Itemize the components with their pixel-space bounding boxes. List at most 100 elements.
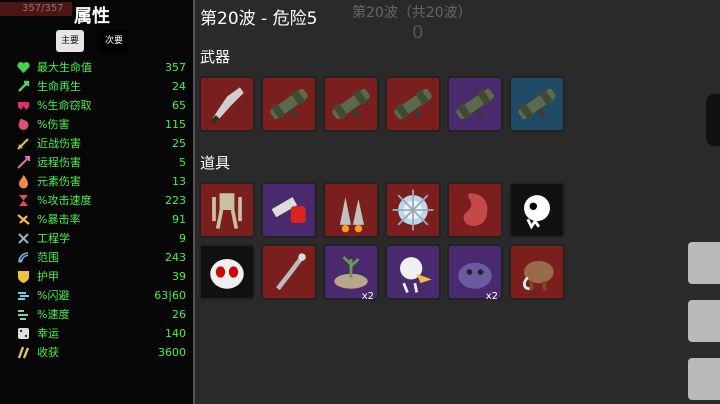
rocket-launcher-icon bbox=[263, 78, 315, 130]
side-button-2[interactable] bbox=[688, 300, 720, 342]
stat-value: 26 bbox=[172, 308, 186, 321]
stat-label: 范围 bbox=[37, 251, 59, 264]
speed-icon bbox=[16, 307, 31, 322]
robot-arm-icon bbox=[263, 246, 315, 298]
blood-syringe-icon bbox=[263, 184, 315, 236]
spiked-orb-slot[interactable] bbox=[385, 182, 441, 238]
sword-icon bbox=[16, 136, 31, 151]
mammoth-slot[interactable] bbox=[509, 244, 565, 300]
stat-value: 13 bbox=[172, 175, 186, 188]
rocket-launcher-slot[interactable] bbox=[509, 76, 565, 132]
stat-row[interactable]: 工程学 9 bbox=[16, 229, 192, 248]
stat-label: %攻击速度 bbox=[37, 194, 92, 207]
heart-icon bbox=[16, 60, 31, 75]
stat-row[interactable]: 最大生命值 357 bbox=[16, 58, 192, 77]
stat-label: %暴击率 bbox=[37, 213, 81, 226]
wave-title: 第20波 - 危险5 bbox=[200, 9, 318, 29]
stat-row[interactable]: 远程伤害 5 bbox=[16, 153, 192, 172]
robot-exoskeleton-icon bbox=[201, 184, 253, 236]
rockets-slot[interactable] bbox=[323, 182, 379, 238]
stat-label: 最大生命值 bbox=[37, 61, 92, 74]
tab-primary[interactable]: 主要 bbox=[56, 30, 84, 52]
crit-icon bbox=[16, 212, 31, 227]
stat-label: %伤害 bbox=[37, 118, 70, 131]
hp-bar-ghost: 357/357 bbox=[0, 2, 72, 16]
regen-icon bbox=[16, 79, 31, 94]
stat-value: 223 bbox=[165, 194, 186, 207]
mortar-plant-slot[interactable]: x2 bbox=[323, 244, 379, 302]
mammoth-icon bbox=[511, 246, 563, 298]
stat-label: 收获 bbox=[37, 346, 59, 359]
side-ghost-icon bbox=[706, 94, 720, 146]
stat-value: 91 bbox=[172, 213, 186, 226]
stats-title: 属性 bbox=[74, 6, 110, 27]
rocket-launcher-slot[interactable] bbox=[323, 76, 379, 132]
rocket-launcher-icon bbox=[325, 78, 377, 130]
robot-arm-slot[interactable] bbox=[261, 244, 317, 300]
stomach-slot[interactable] bbox=[447, 182, 503, 238]
stat-row[interactable]: %速度 26 bbox=[16, 305, 192, 324]
blood-syringe-slot[interactable] bbox=[261, 182, 317, 238]
tab-secondary[interactable]: 次要 bbox=[100, 30, 128, 52]
stat-row[interactable]: 生命再生 24 bbox=[16, 77, 192, 96]
side-button-3[interactable] bbox=[688, 358, 720, 400]
spiked-orb-icon bbox=[387, 184, 439, 236]
ghost-icon bbox=[511, 184, 563, 236]
stat-row[interactable]: %闪避 63|60 bbox=[16, 286, 192, 305]
stat-value: 3600 bbox=[158, 346, 186, 359]
weapons-title: 武器 bbox=[200, 48, 231, 66]
stat-label: %生命窃取 bbox=[37, 99, 92, 112]
stat-value: 25 bbox=[172, 137, 186, 150]
stat-label: 工程学 bbox=[37, 232, 70, 245]
stat-label: 元素伤害 bbox=[37, 175, 81, 188]
robot-exoskeleton-slot[interactable] bbox=[199, 182, 255, 238]
stat-row[interactable]: 近战伤害 25 bbox=[16, 134, 192, 153]
stat-value: 24 bbox=[172, 80, 186, 93]
stat-label: 近战伤害 bbox=[37, 137, 81, 150]
ghost-slot[interactable] bbox=[509, 182, 565, 238]
cracked-creature-slot[interactable] bbox=[385, 244, 441, 300]
stack-count-badge: x2 bbox=[485, 291, 498, 302]
stat-row[interactable]: %生命窃取 65 bbox=[16, 96, 192, 115]
cracked-creature-icon bbox=[387, 246, 439, 298]
skull-mask-slot[interactable] bbox=[199, 244, 255, 300]
stat-value: 65 bbox=[172, 99, 186, 112]
flame-icon bbox=[16, 174, 31, 189]
cleaver-slot[interactable] bbox=[199, 76, 255, 132]
dodge-icon bbox=[16, 288, 31, 303]
wrench-icon bbox=[16, 231, 31, 246]
rocket-launcher-icon bbox=[387, 78, 439, 130]
stat-label: 远程伤害 bbox=[37, 156, 81, 169]
stat-row[interactable]: 护甲 39 bbox=[16, 267, 192, 286]
stat-value: 243 bbox=[165, 251, 186, 264]
vampire-icon bbox=[16, 98, 31, 113]
hourglass-icon bbox=[16, 193, 31, 208]
stat-row[interactable]: 收获 3600 bbox=[16, 343, 192, 362]
side-button-1[interactable] bbox=[688, 242, 720, 284]
stat-row[interactable]: %暴击率 91 bbox=[16, 210, 192, 229]
cleaver-icon bbox=[201, 78, 253, 130]
rocket-launcher-slot[interactable] bbox=[385, 76, 441, 132]
stomach-icon bbox=[449, 184, 501, 236]
rocket-launcher-slot[interactable] bbox=[447, 76, 503, 132]
stat-row[interactable]: %攻击速度 223 bbox=[16, 191, 192, 210]
stat-value: 39 bbox=[172, 270, 186, 283]
stats-list: 最大生命值 357 生命再生 24 %生命窃取 65 %伤害 115 近战伤害 25 远程伤害 5 元素… bbox=[16, 58, 192, 362]
skull-mask-icon bbox=[201, 246, 253, 298]
wave-counter-ghost: 第20波（共20波） bbox=[352, 5, 472, 21]
stat-row[interactable]: 幸运 140 bbox=[16, 324, 192, 343]
stat-value: 115 bbox=[165, 118, 186, 131]
stat-row[interactable]: %伤害 115 bbox=[16, 115, 192, 134]
wave-ghost-count: 0 bbox=[412, 22, 424, 43]
stack-count-badge: x2 bbox=[361, 291, 374, 302]
stat-row[interactable]: 范围 243 bbox=[16, 248, 192, 267]
purple-blob-slot[interactable]: x2 bbox=[447, 244, 503, 302]
rockets-icon bbox=[325, 184, 377, 236]
rocket-launcher-slot[interactable] bbox=[261, 76, 317, 132]
stat-row[interactable]: 元素伤害 13 bbox=[16, 172, 192, 191]
harvest-icon bbox=[16, 345, 31, 360]
rocket-launcher-icon bbox=[449, 78, 501, 130]
range-icon bbox=[16, 250, 31, 265]
rocket-launcher-icon bbox=[511, 78, 563, 130]
stat-value: 63|60 bbox=[154, 289, 186, 302]
